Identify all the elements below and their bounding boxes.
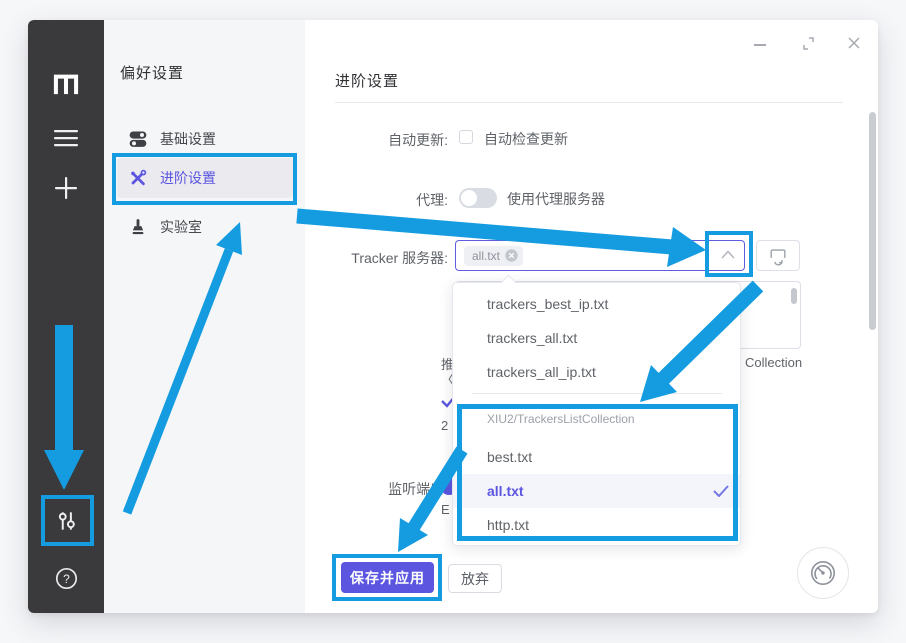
- dropdown-divider: [472, 393, 722, 394]
- toggles-icon: [128, 129, 148, 149]
- discard-button[interactable]: 放弃: [448, 564, 502, 593]
- main-scrollbar[interactable]: [869, 112, 876, 330]
- desc-fragment-collection: Collection: [745, 355, 802, 370]
- annotation-box-advanced-item: [112, 153, 297, 205]
- tag-close-icon[interactable]: [505, 249, 518, 262]
- annotation-box-dropdown-toggle: [705, 231, 753, 277]
- dropdown-item[interactable]: trackers_all.txt: [453, 321, 740, 355]
- tracker-select-input[interactable]: all.txt: [455, 240, 745, 271]
- listen-port-label: 监听端口:: [308, 479, 448, 499]
- lab-stamp-icon: [128, 217, 148, 237]
- minimize-button[interactable]: [752, 36, 768, 52]
- auto-update-checkbox-label[interactable]: 自动检查更新: [484, 129, 568, 149]
- sidebar-item-label: 实验室: [160, 217, 202, 237]
- sidebar-item-label: 基础设置: [160, 129, 216, 149]
- title-divider: [335, 102, 843, 103]
- help-icon[interactable]: ?: [44, 558, 88, 598]
- letter-fragment: E: [441, 502, 450, 517]
- toggle-knob: [461, 190, 477, 206]
- gauge-icon: [809, 559, 837, 587]
- textarea-scrollbar[interactable]: [791, 288, 797, 304]
- annotation-box-preferences-icon: [41, 495, 94, 546]
- sidebar-item-lab[interactable]: 实验室: [117, 207, 293, 247]
- speed-gauge-button[interactable]: [797, 547, 849, 599]
- motrix-logo: [44, 64, 88, 104]
- dropdown-item[interactable]: trackers_all_ip.txt: [453, 355, 740, 389]
- auto-update-checkbox[interactable]: [459, 130, 473, 144]
- page: { "window_controls": { "minimize": "mini…: [0, 0, 906, 643]
- page-title: 进阶设置: [335, 70, 399, 91]
- task-list-icon[interactable]: [44, 118, 88, 158]
- proxy-label: 代理:: [308, 190, 448, 210]
- annotation-box-save-button: [332, 554, 442, 601]
- annotation-box-group-items: [457, 404, 738, 541]
- svg-text:?: ?: [63, 572, 70, 586]
- auto-update-label: 自动更新:: [308, 130, 448, 150]
- proxy-toggle[interactable]: [459, 188, 497, 208]
- proxy-toggle-label: 使用代理服务器: [507, 189, 605, 209]
- sync-icon: [768, 246, 788, 266]
- dropdown-item[interactable]: trackers_best_ip.txt: [453, 287, 740, 321]
- add-task-icon[interactable]: [44, 168, 88, 208]
- close-button[interactable]: [845, 34, 863, 52]
- preferences-title: 偏好设置: [120, 62, 184, 83]
- number-fragment: 2: [441, 418, 448, 433]
- preferences-panel: [104, 20, 305, 613]
- restore-button[interactable]: [800, 35, 817, 52]
- tracker-tag: all.txt: [464, 246, 523, 266]
- tracker-tag-label: all.txt: [472, 249, 500, 263]
- tracker-label: Tracker 服务器:: [308, 248, 448, 268]
- sync-trackers-button[interactable]: [756, 240, 800, 271]
